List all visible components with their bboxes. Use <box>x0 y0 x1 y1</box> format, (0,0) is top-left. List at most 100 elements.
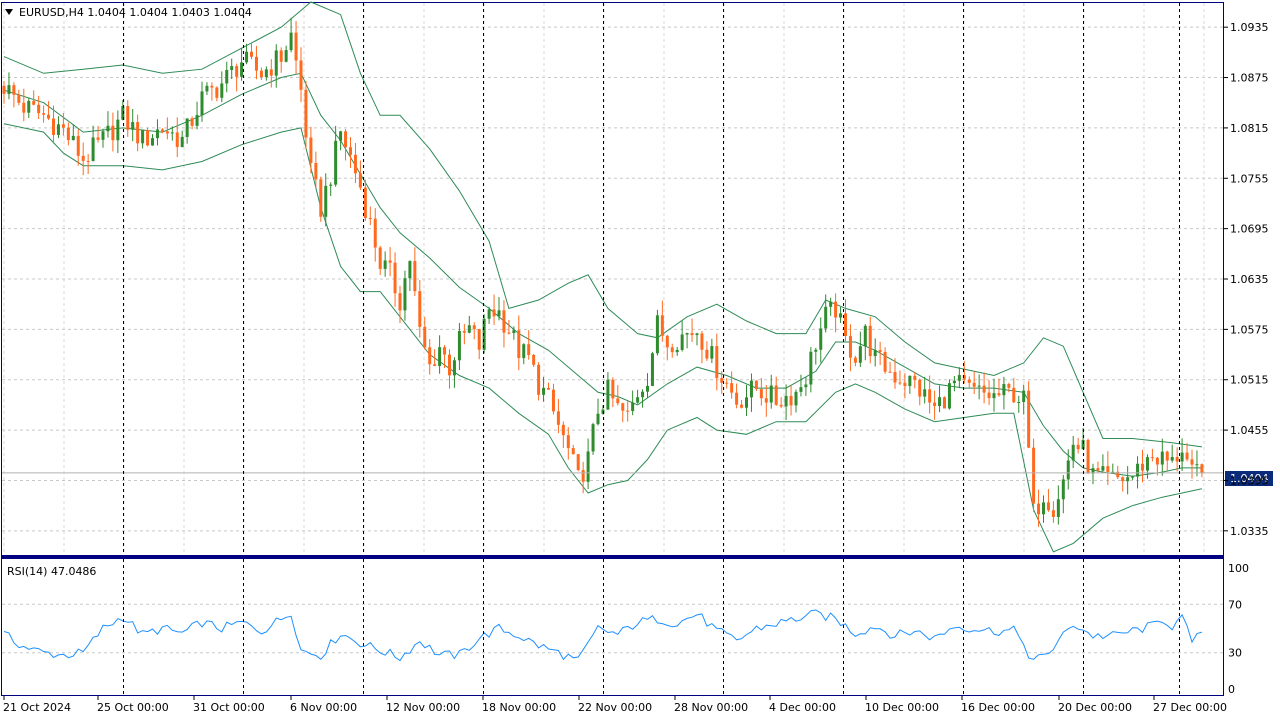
candle-bear[interactable] <box>1032 438 1036 512</box>
chart-canvas[interactable]: EURUSD,H4 1.0404 1.0404 1.0403 1.0404 RS… <box>0 0 1280 720</box>
candle-bear[interactable] <box>319 176 323 222</box>
candle-body <box>1126 477 1130 482</box>
candle-body <box>42 113 46 115</box>
candle-body <box>517 330 521 359</box>
candle-body <box>561 424 565 436</box>
candle-body <box>66 127 70 141</box>
candle-body <box>690 333 694 336</box>
candle-body <box>240 62 244 77</box>
candle-body <box>56 124 60 135</box>
candle-body <box>423 326 427 348</box>
candle-body <box>665 335 669 348</box>
candle-body <box>611 379 615 399</box>
candle-body <box>789 395 793 406</box>
candle-body <box>111 125 115 141</box>
candle-body <box>616 398 620 404</box>
candle-body <box>1086 440 1090 474</box>
symbol-info: EURUSD,H4 1.0404 1.0404 1.0403 1.0404 <box>19 6 252 19</box>
candle-body <box>101 131 105 140</box>
candle-body <box>235 66 239 77</box>
candle-body <box>160 129 164 132</box>
candle-body <box>749 380 753 398</box>
candle-body <box>1131 476 1135 478</box>
candle-bull[interactable] <box>591 422 595 455</box>
candle-body <box>660 315 664 336</box>
candle-body <box>294 32 298 61</box>
candle-body <box>839 313 843 318</box>
candle-body <box>853 357 857 363</box>
candle-body <box>131 122 135 130</box>
candle-bear[interactable] <box>537 362 541 401</box>
candle-body <box>37 104 41 114</box>
rsi-panel[interactable] <box>1 558 1224 696</box>
candle-body <box>1190 459 1194 465</box>
candle-body <box>195 115 199 126</box>
candle-body <box>1160 451 1164 465</box>
candle-body <box>537 364 541 395</box>
candle-body <box>1056 499 1060 517</box>
rsi-axis-label: 100 <box>1228 562 1249 575</box>
candle-body <box>334 140 338 185</box>
candle-body <box>606 379 610 410</box>
candle-body <box>987 392 991 399</box>
time-axis-label: 4 Dec 00:00 <box>769 701 836 714</box>
candle-body <box>1141 463 1144 471</box>
candle-body <box>848 336 852 358</box>
candle-body <box>91 137 95 161</box>
candle-bull[interactable] <box>947 379 951 410</box>
price-axis-label: 1.0395 <box>1230 474 1269 487</box>
candle-body <box>507 332 511 334</box>
price-axis-label: 1.0695 <box>1230 223 1269 236</box>
candle-bear[interactable] <box>943 396 946 409</box>
candle-body <box>289 32 293 51</box>
candle-body <box>586 451 590 482</box>
candle-body <box>1032 447 1036 504</box>
candle-body <box>1185 452 1189 460</box>
candle-body <box>938 397 942 407</box>
candle-body <box>873 350 877 357</box>
candle-body <box>982 385 986 393</box>
candle-body <box>715 346 719 379</box>
candle-body <box>487 309 491 319</box>
candle-body <box>532 354 536 365</box>
candle-body <box>7 85 11 94</box>
candle-body <box>254 56 258 71</box>
candle-body <box>259 70 263 78</box>
candle-bear[interactable] <box>1086 438 1090 474</box>
candle-body <box>457 331 461 361</box>
candle-bear[interactable] <box>576 454 580 472</box>
candle-body <box>977 385 981 387</box>
candle-body <box>809 351 813 385</box>
candle-body <box>165 131 169 134</box>
candle-body <box>1101 466 1105 471</box>
candle-bull[interactable] <box>655 309 659 356</box>
time-axis-label: 21 Oct 2024 <box>3 701 71 714</box>
candle-body <box>185 118 189 137</box>
candle-bull[interactable] <box>650 351 654 387</box>
candle-body <box>591 424 595 452</box>
candle-bear[interactable] <box>146 127 150 147</box>
candle-body <box>893 371 897 383</box>
candle-body <box>1096 468 1100 471</box>
candle-body <box>245 51 249 63</box>
candle-body <box>829 301 833 307</box>
price-axis-label: 1.0755 <box>1230 172 1269 185</box>
candle-body <box>116 119 120 141</box>
candle-body <box>720 378 724 383</box>
candle-body <box>383 260 387 269</box>
candle-body <box>947 383 951 409</box>
candle-body <box>1165 451 1169 461</box>
candle-body <box>566 435 570 449</box>
candle-body <box>1175 456 1179 462</box>
candle-body <box>1195 464 1199 466</box>
candle-bear[interactable] <box>1027 381 1031 449</box>
candle-body <box>888 371 892 373</box>
time-axis-label: 16 Dec 00:00 <box>961 701 1035 714</box>
candle-body <box>136 122 140 144</box>
candle-body <box>398 293 402 311</box>
rsi-axis-label: 70 <box>1228 598 1242 611</box>
price-axis-label: 1.0335 <box>1230 525 1269 538</box>
candle-body <box>680 334 684 350</box>
candle-body <box>1155 457 1159 465</box>
candle-body <box>522 344 526 359</box>
